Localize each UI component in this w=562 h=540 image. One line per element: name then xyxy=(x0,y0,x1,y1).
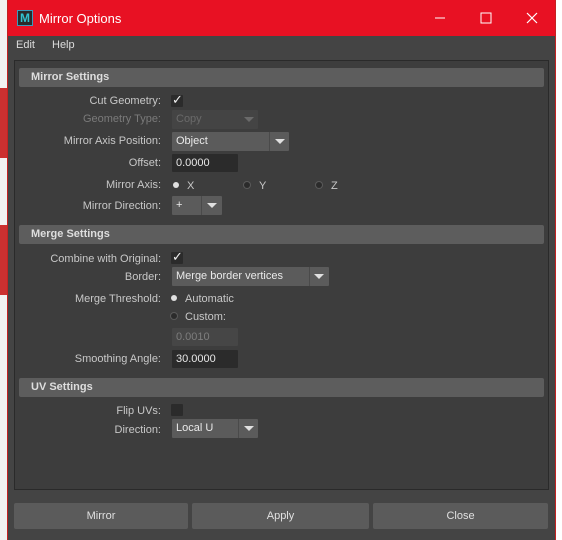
mirror-axis-position-dropdown[interactable]: Object xyxy=(172,132,289,151)
checkmark-icon: ✓ xyxy=(172,249,183,264)
mirror-axis-position-label: Mirror Axis Position: xyxy=(63,135,161,147)
uv-direction-dropdown[interactable]: Local U xyxy=(172,419,258,438)
minimize-button[interactable] xyxy=(417,0,463,36)
radio-axis-x[interactable] xyxy=(173,182,179,188)
radio-label-x: X xyxy=(187,180,195,192)
field-value: 0.0000 xyxy=(176,157,210,169)
offset-label: Offset: xyxy=(128,157,161,169)
mirror-options-window: M Mirror Options Edit Help Mirror Settin… xyxy=(8,0,555,540)
dropdown-separator xyxy=(238,419,239,438)
chevron-down-icon xyxy=(244,117,254,122)
maximize-button[interactable] xyxy=(463,0,509,36)
offset-field[interactable]: 0.0000 xyxy=(172,154,238,172)
dropdown-separator xyxy=(309,267,310,286)
radio-label-z: Z xyxy=(331,180,338,192)
radio-threshold-custom[interactable] xyxy=(171,313,177,319)
mirror-axis-label: Mirror Axis: xyxy=(106,179,161,191)
section-header-mirror-settings[interactable]: Mirror Settings xyxy=(19,68,544,87)
close-icon xyxy=(526,12,538,24)
cut-geometry-checkbox[interactable]: ✓ xyxy=(171,92,183,107)
title-bar[interactable]: M Mirror Options xyxy=(8,0,555,36)
field-value: 0.0010 xyxy=(176,331,210,343)
radio-axis-y[interactable] xyxy=(244,182,250,188)
radio-label-custom: Custom: xyxy=(185,311,226,323)
maximize-icon xyxy=(480,12,492,24)
close-window-button[interactable] xyxy=(509,0,555,36)
radio-label-y: Y xyxy=(259,180,267,192)
dropdown-value: + xyxy=(176,199,183,211)
radio-axis-z[interactable] xyxy=(316,182,322,188)
dropdown-separator xyxy=(201,196,202,215)
section-title: Mirror Settings xyxy=(31,71,110,83)
menu-help[interactable]: Help xyxy=(52,39,75,51)
dropdown-separator xyxy=(269,132,270,151)
flip-uvs-checkbox[interactable] xyxy=(171,404,183,416)
threshold-custom-field[interactable]: 0.0010 xyxy=(172,328,238,346)
dropdown-value: Local U xyxy=(176,422,214,434)
chevron-down-icon xyxy=(275,139,285,144)
radio-threshold-automatic[interactable] xyxy=(171,295,177,301)
window-title: Mirror Options xyxy=(39,11,122,26)
flip-uvs-label: Flip UVs: xyxy=(116,405,161,417)
section-header-merge-settings[interactable]: Merge Settings xyxy=(19,225,544,244)
combine-with-original-checkbox[interactable]: ✓ xyxy=(171,249,183,264)
background-window-right xyxy=(554,0,562,540)
apply-button[interactable]: Apply xyxy=(192,503,369,529)
chevron-down-icon xyxy=(314,274,324,279)
border-dropdown[interactable]: Merge border vertices xyxy=(172,267,329,286)
smoothing-angle-label: Smoothing Angle: xyxy=(74,353,161,365)
dropdown-value: Copy xyxy=(176,113,202,125)
menu-bar: Edit Help xyxy=(8,36,555,58)
chevron-down-icon xyxy=(207,203,217,208)
maya-app-icon: M xyxy=(17,10,33,26)
checkmark-icon: ✓ xyxy=(172,92,183,107)
cut-geometry-label: Cut Geometry: xyxy=(89,95,161,107)
radio-label-automatic: Automatic xyxy=(185,293,234,305)
mirror-direction-dropdown[interactable]: + xyxy=(172,196,222,215)
chevron-down-icon xyxy=(244,426,254,431)
border-label: Border: xyxy=(124,271,161,283)
minimize-icon xyxy=(435,17,445,19)
uv-direction-label: Direction: xyxy=(114,424,161,436)
dropdown-value: Merge border vertices xyxy=(176,270,283,282)
merge-threshold-label: Merge Threshold: xyxy=(74,293,161,305)
mirror-direction-label: Mirror Direction: xyxy=(82,200,161,212)
geometry-type-dropdown[interactable]: Copy xyxy=(172,110,258,129)
close-button[interactable]: Close xyxy=(373,503,548,529)
menu-edit[interactable]: Edit xyxy=(16,39,35,51)
options-panel: Mirror Settings Cut Geometry: ✓ Geometry… xyxy=(14,60,549,490)
mirror-button[interactable]: Mirror xyxy=(14,503,188,529)
combine-with-original-label: Combine with Original: xyxy=(50,253,161,265)
section-title: Merge Settings xyxy=(31,228,110,240)
field-value: 30.0000 xyxy=(176,353,216,365)
section-header-uv-settings[interactable]: UV Settings xyxy=(19,378,544,397)
smoothing-angle-field[interactable]: 30.0000 xyxy=(172,350,238,368)
section-title: UV Settings xyxy=(31,381,93,393)
geometry-type-label: Geometry Type: xyxy=(82,113,161,125)
dropdown-value: Object xyxy=(176,135,208,147)
